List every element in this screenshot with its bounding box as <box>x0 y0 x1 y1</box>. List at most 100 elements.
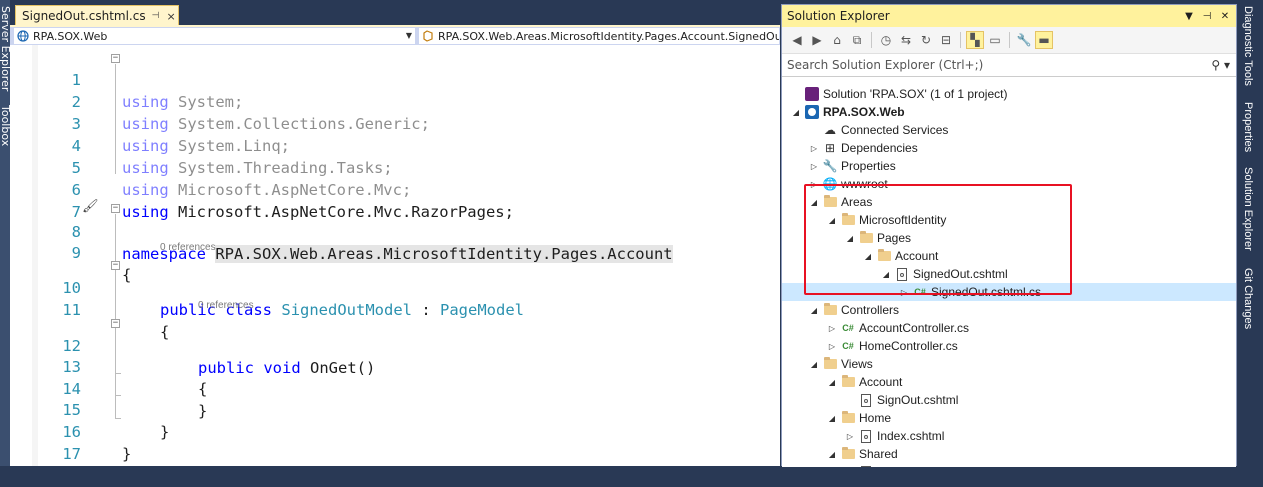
tree-item-label: Properties <box>841 159 896 173</box>
tree-item[interactable]: ▷ 🔧 Properties <box>782 157 1236 175</box>
tree-item[interactable]: SignOut.cshtml <box>782 391 1236 409</box>
tree-item[interactable]: _Layout.cshtml <box>782 463 1236 467</box>
close-icon[interactable]: ✕ <box>1218 11 1232 22</box>
tree-item-label: Index.cshtml <box>877 429 945 443</box>
expanded-arrow-icon[interactable]: ◢ <box>790 108 802 117</box>
code-line: 7 <box>10 179 780 221</box>
codelens-references[interactable]: 0 references <box>160 242 216 253</box>
tree-item[interactable]: ▷ ⊞ Dependencies <box>782 139 1236 157</box>
switch-views-icon[interactable]: ⧉ <box>848 31 866 49</box>
preview-toggle-icon[interactable]: ▬ <box>1035 31 1053 49</box>
toolbar-separator <box>871 32 872 48</box>
panel-title: Solution Explorer <box>787 9 890 23</box>
auto-hide-pin-icon[interactable]: ⊣ <box>1200 11 1214 22</box>
tree-item-label: HomeController.cs <box>859 339 958 353</box>
navigation-bar: RPA.SOX.Web ▼ RPA.SOX.Web.Areas.Microsof… <box>10 27 780 46</box>
tree-item-label: Account <box>859 375 903 389</box>
tree-item[interactable]: ◢ RPA.SOX.Web <box>782 103 1236 121</box>
tree-item[interactable]: ▷ C# AccountController.cs <box>782 319 1236 337</box>
sync-with-document-icon[interactable]: ⇆ <box>897 31 915 49</box>
code-line: 10 public class SignedOutModel : PageMod… <box>10 255 780 319</box>
collapsed-arrow-icon[interactable]: ▷ <box>808 162 820 171</box>
code-line: 2 using System.Collections.Generic; <box>10 69 780 133</box>
collapsed-arrow-icon[interactable]: ▷ <box>826 324 838 333</box>
expanded-arrow-icon[interactable]: ◢ <box>826 450 838 459</box>
razor-page-icon <box>858 392 874 408</box>
collapsed-arrow-icon[interactable]: ▷ <box>826 342 838 351</box>
collapse-all-icon[interactable]: ⊟ <box>937 31 955 49</box>
expanded-arrow-icon[interactable]: ◢ <box>826 414 838 423</box>
properties-wrench-icon[interactable]: 🔧 <box>1015 31 1033 49</box>
line-number: 17 <box>62 445 81 463</box>
right-dock-strip: Diagnostic Tools Properties Solution Exp… <box>1237 0 1263 466</box>
razor-page-icon <box>858 428 874 444</box>
namespace-icon <box>423 30 433 42</box>
tree-item[interactable]: ☁ Connected Services <box>782 121 1236 139</box>
back-icon[interactable]: ◀ <box>788 31 806 49</box>
code-line: 12 public void OnGet() <box>10 313 780 377</box>
tree-item[interactable]: ◢ Views <box>782 355 1236 373</box>
type-dropdown[interactable]: RPA.SOX.Web.Areas.MicrosoftIdentity.Page… <box>418 27 780 45</box>
dependencies-icon: ⊞ <box>824 141 836 155</box>
window-position-icon[interactable]: ▼ <box>1182 11 1196 22</box>
expanded-arrow-icon[interactable]: ◢ <box>826 378 838 387</box>
show-all-files-icon[interactable]: ▚ <box>966 31 984 49</box>
csharp-icon: C# <box>842 341 854 351</box>
left-dock-tab-server-explorer[interactable]: Server Explorer <box>0 6 10 91</box>
project-icon <box>804 104 820 120</box>
forward-icon[interactable]: ▶ <box>808 31 826 49</box>
refresh-icon[interactable]: ↻ <box>917 31 935 49</box>
codelens-references[interactable]: 0 references <box>198 300 254 311</box>
wrench-icon: 🔧 <box>822 159 838 173</box>
search-placeholder: Search Solution Explorer (Ctrl+;) <box>787 58 984 72</box>
project-dropdown[interactable]: RPA.SOX.Web ▼ <box>13 27 416 45</box>
left-dock-tab-toolbox[interactable]: Toolbox <box>0 105 10 146</box>
right-dock-tab-properties[interactable]: Properties <box>1242 102 1254 152</box>
preview-selected-icon[interactable]: ▭ <box>986 31 1004 49</box>
tree-item[interactable]: ◢ Account <box>782 373 1236 391</box>
expanded-arrow-icon[interactable]: ◢ <box>808 306 820 315</box>
code-line: 15 } <box>10 377 780 441</box>
search-icon[interactable]: ⚲ ▾ <box>1211 58 1230 72</box>
tree-item-label: Home <box>859 411 892 425</box>
collapsed-arrow-icon[interactable]: ▷ <box>808 144 820 153</box>
document-tab[interactable]: SignedOut.cshtml.cs ⊣ × <box>15 5 179 26</box>
pending-changes-filter-icon[interactable]: ◷ <box>877 31 895 49</box>
collapsed-arrow-icon[interactable]: ▷ <box>844 432 856 441</box>
solution-explorer-toolbar: ◀ ▶ ⌂ ⧉ ◷ ⇆ ↻ ⊟ ▚ ▭ 🔧 ▬ <box>782 27 1236 54</box>
expanded-arrow-icon[interactable]: ◢ <box>808 360 820 369</box>
tree-item-label: _Layout.cshtml <box>877 465 958 467</box>
right-dock-tab-diagnostic-tools[interactable]: Diagnostic Tools <box>1242 6 1254 86</box>
pin-icon[interactable]: ⊣ <box>152 11 160 21</box>
right-dock-tab-git-changes[interactable]: Git Changes <box>1242 268 1254 329</box>
close-icon[interactable]: × <box>166 10 175 23</box>
folder-icon <box>822 356 838 372</box>
editor-tab-strip: SignedOut.cshtml.cs ⊣ × <box>10 0 780 26</box>
left-dock-strip: Server Explorer Toolbox <box>0 0 10 466</box>
tree-item-label: AccountController.cs <box>859 321 970 335</box>
tree-item[interactable]: Solution 'RPA.SOX' (1 of 1 project) <box>782 85 1236 103</box>
chevron-down-icon: ▼ <box>405 31 412 40</box>
tree-item[interactable]: ▷ C# HomeController.cs <box>782 337 1236 355</box>
tree-item[interactable]: ◢ Home <box>782 409 1236 427</box>
folder-icon <box>840 446 856 462</box>
folder-icon <box>822 302 838 318</box>
code-line: 16 } <box>10 399 780 463</box>
folder-icon <box>840 410 856 426</box>
code-line: 11 { <box>10 277 780 341</box>
code-text: } <box>122 445 132 463</box>
code-line: 9 { <box>10 220 780 284</box>
code-line: 6 using Microsoft.AspNetCore.Mvc.RazorPa… <box>10 157 780 221</box>
tree-item-label: Views <box>841 357 873 371</box>
tree-item[interactable]: ▷ Index.cshtml <box>782 427 1236 445</box>
home-icon[interactable]: ⌂ <box>828 31 846 49</box>
code-editor[interactable]: − − − − 🖌 1 using System; 2 using System… <box>10 45 780 466</box>
tree-item[interactable]: ◢ Shared <box>782 445 1236 463</box>
solution-search-field[interactable]: Search Solution Explorer (Ctrl+;) ⚲ ▾ <box>782 54 1236 77</box>
type-dropdown-label: RPA.SOX.Web.Areas.MicrosoftIdentity.Page… <box>438 29 780 43</box>
right-dock-tab-solution-explorer[interactable]: Solution Explorer <box>1242 167 1254 251</box>
tree-item-label: Solution 'RPA.SOX' (1 of 1 project) <box>823 87 1008 101</box>
tree-item[interactable]: ◢ Controllers <box>782 301 1236 319</box>
tree-item-label: RPA.SOX.Web <box>823 105 905 119</box>
solution-icon <box>804 86 820 102</box>
